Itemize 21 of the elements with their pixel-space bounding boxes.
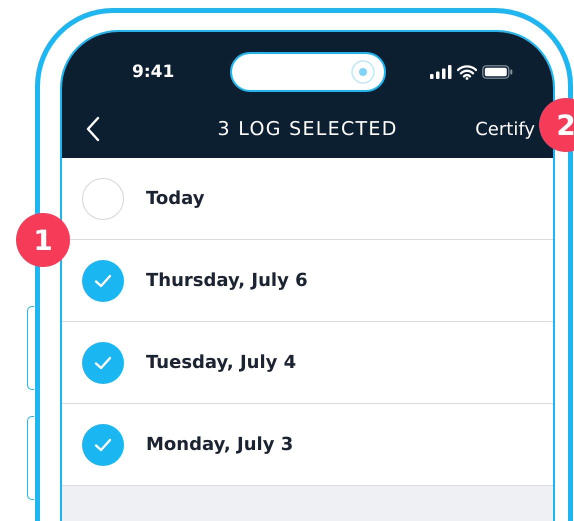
signal-icon [430, 65, 452, 79]
screen-title: 3 LOG SELECTED [216, 118, 399, 140]
checkbox[interactable] [82, 342, 124, 384]
log-date-label: Tuesday, July 4 [146, 352, 296, 373]
checkbox[interactable] [82, 424, 124, 466]
checkmark-icon [94, 274, 112, 288]
checkbox[interactable] [82, 178, 124, 220]
checkbox[interactable] [82, 260, 124, 302]
log-date-label: Today [146, 188, 204, 209]
checkmark-icon [94, 356, 112, 370]
status-time: 9:41 [132, 62, 176, 82]
callout-badge: 1 [16, 213, 70, 267]
log-date-label: Thursday, July 6 [146, 270, 308, 291]
back-chevron-icon [86, 116, 100, 142]
back-button[interactable] [86, 116, 100, 142]
battery-icon [482, 65, 513, 79]
log-date-label: Monday, July 3 [146, 434, 294, 455]
camera-icon [350, 59, 376, 85]
certify-button[interactable]: Certify [475, 118, 535, 140]
wifi-icon [457, 64, 477, 80]
checkmark-icon [94, 438, 112, 452]
